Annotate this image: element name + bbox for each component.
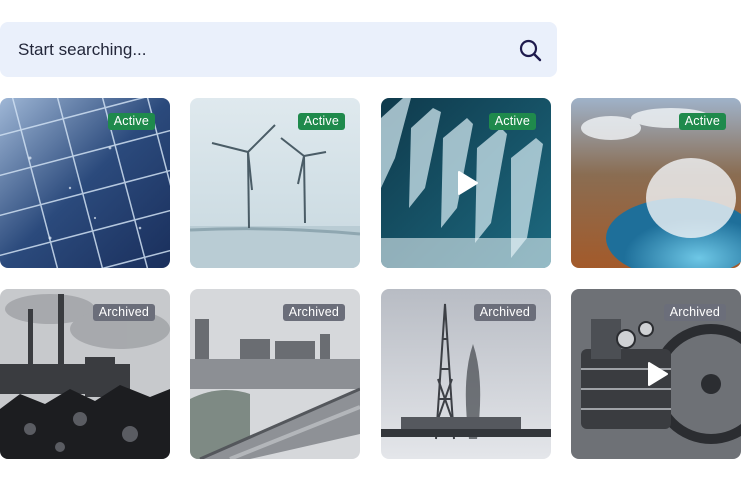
media-tile-wind-turbines[interactable]: Active: [190, 98, 360, 268]
status-badge: Active: [297, 113, 345, 130]
media-tile-oil-rig[interactable]: Archived: [381, 289, 551, 459]
play-icon[interactable]: [641, 359, 671, 389]
media-tile-refinery-pipeline[interactable]: Archived: [190, 289, 360, 459]
play-icon[interactable]: [451, 168, 481, 198]
media-tile-hydro-dam[interactable]: Active: [381, 98, 551, 268]
status-badge: Archived: [92, 304, 155, 321]
search-bar[interactable]: [0, 22, 557, 77]
search-input[interactable]: [16, 38, 517, 61]
status-badge: Active: [678, 113, 726, 130]
media-tile-solar-panels[interactable]: Active: [0, 98, 170, 268]
search-icon[interactable]: [517, 37, 543, 63]
media-tile-geothermal[interactable]: Active: [571, 98, 741, 268]
status-badge: Archived: [282, 304, 345, 321]
status-badge: Archived: [663, 304, 726, 321]
status-badge: Active: [488, 113, 536, 130]
media-tile-coal-plant[interactable]: Archived: [0, 289, 170, 459]
status-badge: Active: [107, 113, 155, 130]
status-badge: Archived: [473, 304, 536, 321]
media-tile-steam-engine[interactable]: Archived: [571, 289, 741, 459]
